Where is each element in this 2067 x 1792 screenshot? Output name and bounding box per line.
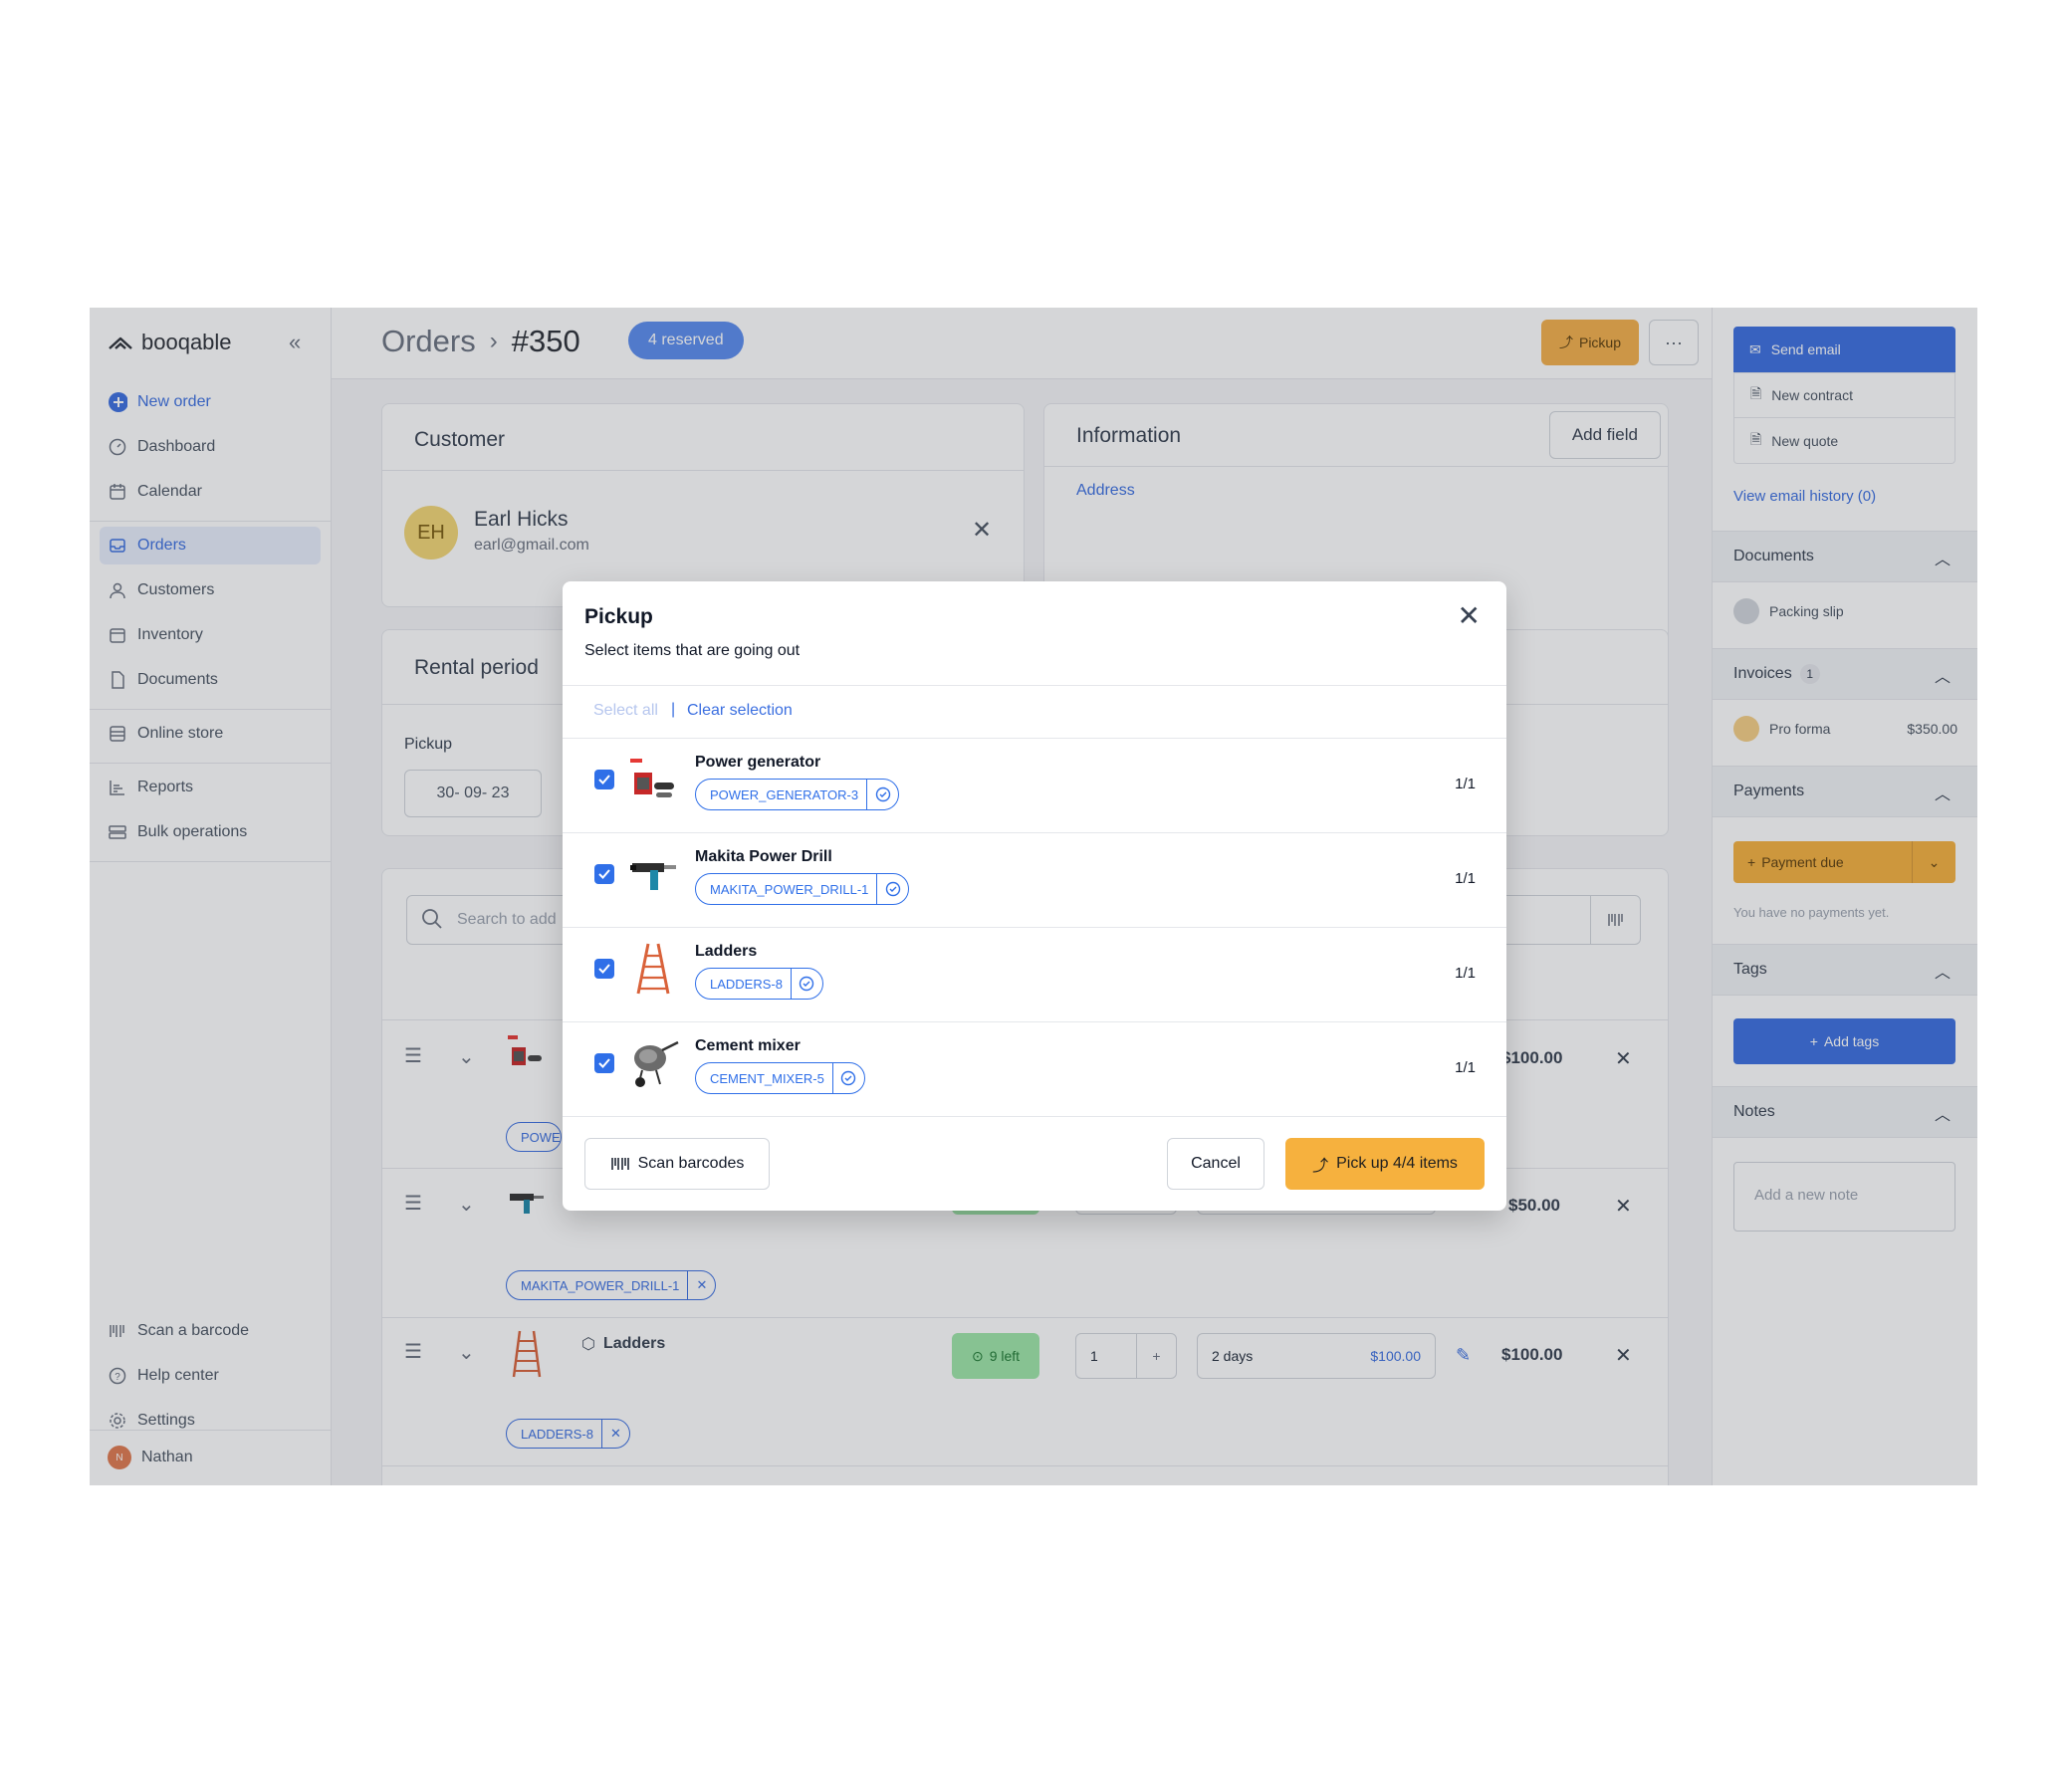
item-checkbox[interactable] — [594, 864, 614, 884]
modal-subtitle: Select items that are going out — [584, 642, 801, 659]
barcode-icon — [610, 1158, 629, 1170]
clear-selection-link[interactable]: Clear selection — [687, 702, 793, 720]
check-circle-icon — [876, 874, 908, 904]
pickup-item-row[interactable]: Makita Power Drill MAKITA_POWER_DRILL-1 … — [563, 833, 1506, 927]
item-stock-tag: LADDERS-8 — [695, 968, 823, 1000]
item-count: 1/1 — [1455, 776, 1476, 792]
check-circle-icon — [831, 1063, 864, 1093]
modal-title: Pickup — [584, 605, 653, 628]
item-count: 1/1 — [1455, 965, 1476, 982]
pickup-arrow-icon: ⤴ — [1312, 1158, 1329, 1175]
pickup-item-row[interactable]: Power generator POWER_GENERATOR-3 1/1 — [563, 739, 1506, 832]
item-stock-tag: CEMENT_MIXER-5 — [695, 1062, 865, 1094]
checkmark-icon — [598, 1058, 610, 1068]
pickup-item-row[interactable]: Ladders LADDERS-8 1/1 — [563, 928, 1506, 1021]
drill-thumbnail — [626, 847, 680, 901]
stock-tag-label: POWER_GENERATOR-3 — [710, 786, 859, 802]
item-checkbox[interactable] — [594, 1053, 614, 1073]
modal-divider — [563, 1116, 1506, 1117]
check-circle-icon — [866, 780, 898, 809]
item-checkbox[interactable] — [594, 770, 614, 789]
selection-separator: | — [671, 701, 676, 718]
item-stock-tag: MAKITA_POWER_DRILL-1 — [695, 873, 910, 905]
cement-mixer-thumbnail — [626, 1036, 680, 1090]
stock-tag-label: CEMENT_MIXER-5 — [710, 1070, 824, 1086]
item-name: Ladders — [695, 943, 758, 960]
pick-up-items-button[interactable]: ⤴ Pick up 4/4 items — [1285, 1138, 1485, 1190]
scan-barcodes-label: Scan barcodes — [637, 1155, 745, 1172]
power-generator-thumbnail — [626, 753, 680, 806]
pick-up-label: Pick up 4/4 items — [1336, 1155, 1458, 1172]
scan-barcodes-button[interactable]: Scan barcodes — [584, 1138, 770, 1190]
item-count: 1/1 — [1455, 870, 1476, 887]
modal-divider — [563, 685, 1506, 686]
pickup-item-row[interactable]: Cement mixer CEMENT_MIXER-5 1/1 — [563, 1022, 1506, 1116]
stock-tag-label: MAKITA_POWER_DRILL-1 — [710, 881, 869, 897]
item-count: 1/1 — [1455, 1059, 1476, 1076]
checkmark-icon — [598, 775, 610, 784]
item-stock-tag: POWER_GENERATOR-3 — [695, 779, 900, 810]
select-all-link[interactable]: Select all — [593, 702, 658, 720]
item-checkbox[interactable] — [594, 959, 614, 979]
item-name: Makita Power Drill — [695, 848, 832, 865]
close-icon[interactable]: ✕ — [1458, 599, 1481, 632]
ladder-thumbnail — [626, 942, 680, 996]
pickup-modal: Pickup Select items that are going out ✕… — [563, 581, 1506, 1211]
cancel-button[interactable]: Cancel — [1167, 1138, 1264, 1190]
stock-tag-label: LADDERS-8 — [710, 976, 783, 992]
check-circle-icon — [790, 969, 822, 999]
checkmark-icon — [598, 869, 610, 879]
item-name: Cement mixer — [695, 1037, 801, 1054]
checkmark-icon — [598, 964, 610, 974]
item-name: Power generator — [695, 754, 821, 771]
